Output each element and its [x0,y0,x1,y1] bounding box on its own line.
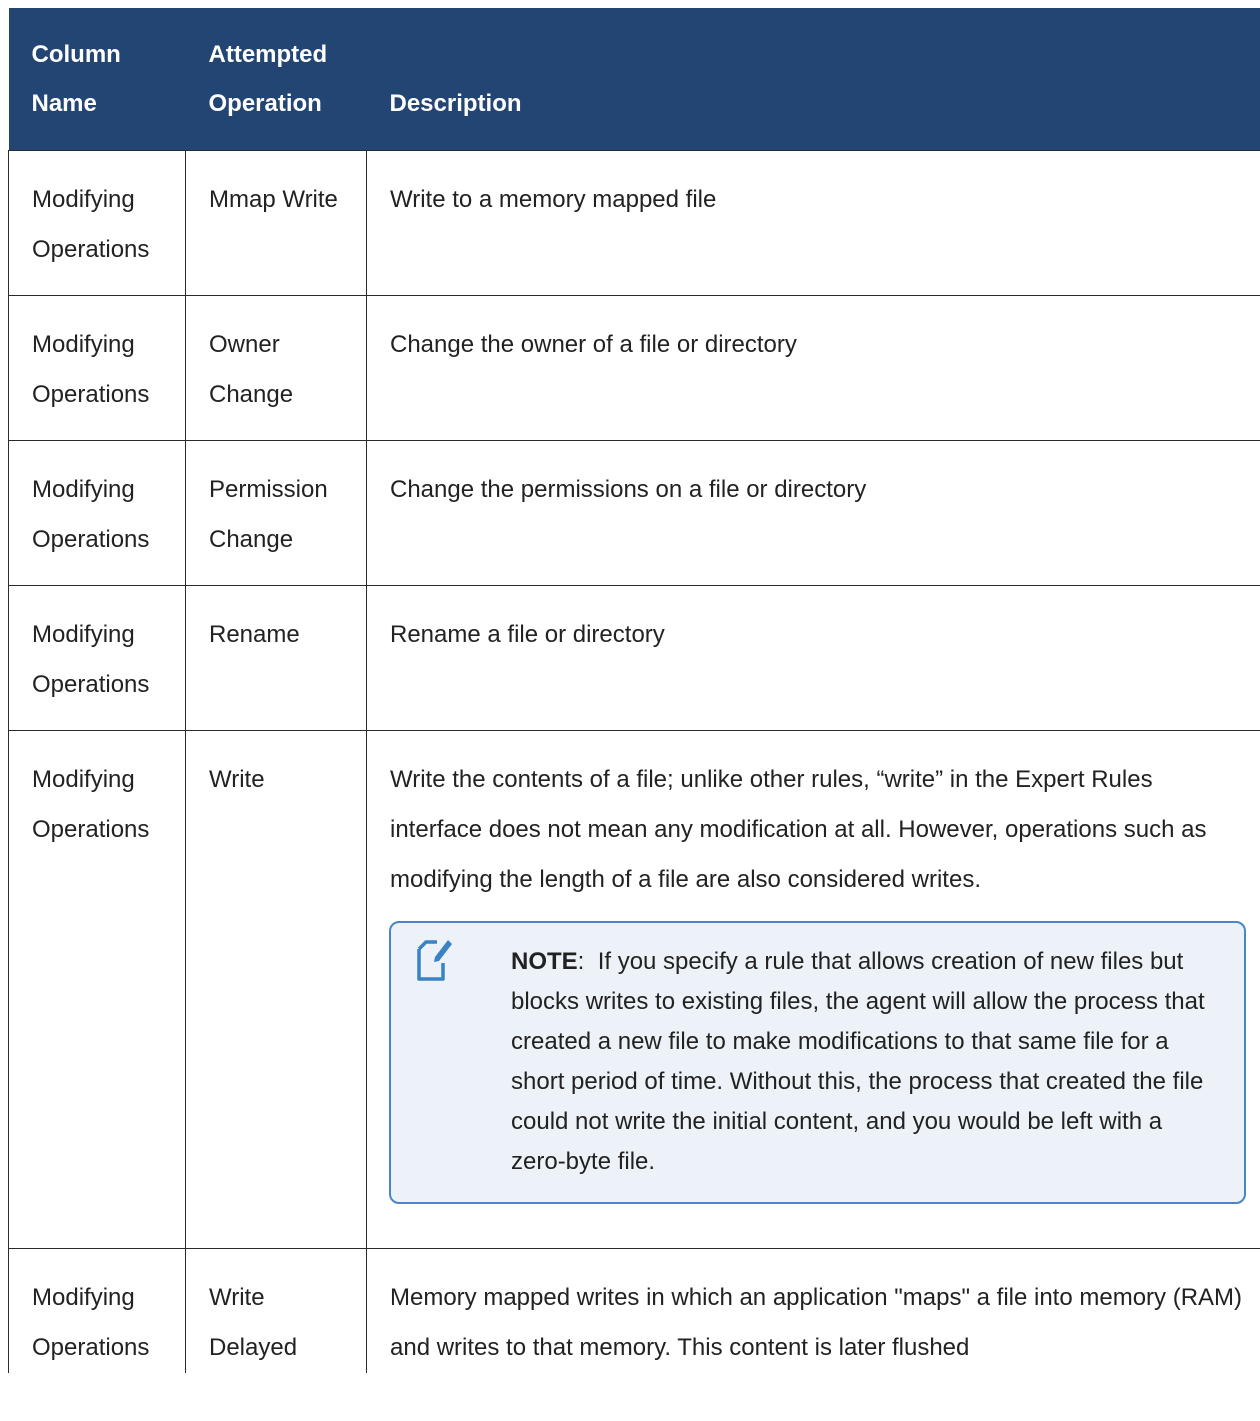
table-row: Modifying Operations Rename Rename a fil… [8,585,1260,731]
note-separator: : [577,948,585,975]
cell-description: Write the contents of a file; unlike oth… [366,730,1260,1249]
cell-column-name: Modifying Operations [8,440,186,586]
cell-operation: Rename [185,585,367,731]
cell-column-name: Modifying Operations [8,295,186,441]
table-row: Modifying Operations Permission Change C… [8,440,1260,586]
cell-column-name: Modifying Operations [8,730,186,1249]
description-text: Write the contents of a file; unlike oth… [390,766,1207,893]
cell-column-name: Modifying Operations [8,585,186,731]
cell-operation: Mmap Write [185,150,367,296]
header-column-name: Column Name [8,8,186,151]
cell-operation: Write [185,730,367,1249]
cell-operation: Permission Change [185,440,367,586]
cell-operation: Write Delayed [185,1248,367,1373]
cell-description: Change the owner of a file or directory [366,295,1260,441]
operations-table: Column Name Attempted Operation Descript… [8,8,1260,1373]
cell-column-name: Modifying Operations [8,150,186,296]
table-row: Modifying Operations Mmap Write Write to… [8,150,1260,296]
cell-column-name: Modifying Operations [8,1248,186,1373]
header-attempted-operation: Attempted Operation [185,8,367,151]
note-callout: NOTE: If you specify a rule that allows … [389,921,1246,1204]
note-edit-icon [417,940,452,981]
note-label: NOTE [511,948,578,975]
cell-operation: Owner Change [185,295,367,441]
cell-description: Memory mapped writes in which an applica… [366,1248,1260,1373]
table-header: Column Name Attempted Operation Descript… [8,8,1260,151]
table-row: Modifying Operations Write Delayed Memor… [8,1248,1260,1373]
cell-description: Write to a memory mapped file [366,150,1260,296]
cell-description: Rename a file or directory [366,585,1260,731]
header-description: Description [366,8,1260,151]
table-row: Modifying Operations Write Write the con… [8,730,1260,1249]
cell-description: Change the permissions on a file or dire… [366,440,1260,586]
note-text: If you specify a rule that allows creati… [511,948,1205,1175]
table-row: Modifying Operations Owner Change Change… [8,295,1260,441]
